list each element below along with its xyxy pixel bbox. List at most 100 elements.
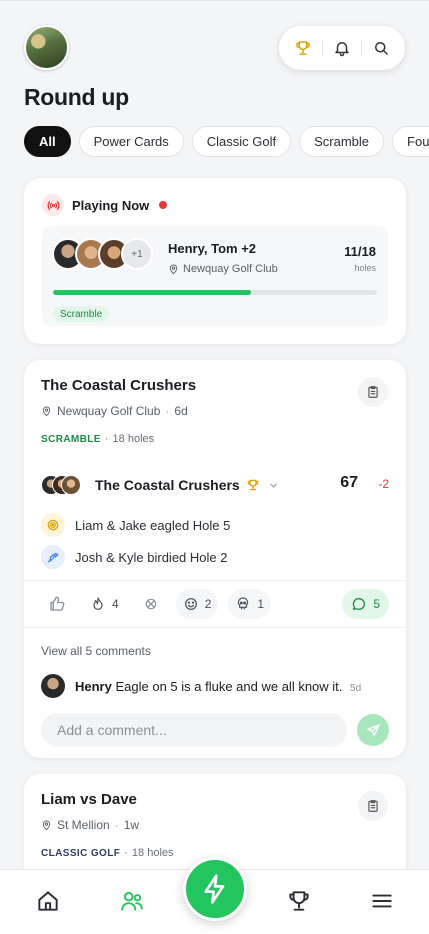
- trophy-icon: [289, 891, 309, 911]
- nav-home[interactable]: [32, 885, 64, 917]
- divider: [322, 40, 323, 56]
- location-pin-icon: [42, 820, 51, 830]
- view-all-comments-link[interactable]: View all 5 comments: [41, 644, 151, 658]
- round-age: 6d: [174, 404, 188, 418]
- send-button[interactable]: [357, 714, 389, 746]
- divider: [24, 580, 406, 581]
- fire-icon: [93, 597, 103, 610]
- comment-input[interactable]: [41, 713, 347, 747]
- smile-reaction[interactable]: 2: [175, 589, 219, 619]
- profile-avatar[interactable]: [24, 25, 69, 70]
- format-label: CLASSIC GOLF: [41, 847, 121, 859]
- nav-leaderboard[interactable]: [283, 885, 315, 917]
- score-diff: -2: [378, 477, 389, 491]
- comment-text: Eagle on 5 is a fluke and we all know it…: [115, 678, 343, 694]
- event-item: Josh & Kyle birdied Hole 2: [41, 545, 227, 569]
- format-tag: Scramble: [53, 306, 110, 322]
- team-name: The Coastal Crushers: [95, 477, 240, 493]
- scorecard-button[interactable]: [358, 377, 388, 407]
- bird-icon: [41, 545, 65, 569]
- round-age: 1w: [123, 818, 140, 832]
- round-card[interactable]: The Coastal Crushers Newquay Golf Club ·…: [24, 360, 406, 758]
- nav-menu[interactable]: [366, 885, 398, 917]
- location-pin-icon: [42, 406, 51, 416]
- skull-icon: [238, 597, 249, 610]
- skull-reaction[interactable]: 1: [228, 589, 272, 619]
- location-pin-icon: [169, 264, 178, 274]
- search-icon[interactable]: [368, 35, 394, 61]
- separator-dot: ·: [114, 818, 119, 832]
- target-icon: [41, 513, 65, 537]
- chip-all[interactable]: All: [24, 126, 71, 157]
- filter-chips: All Power Cards Classic Golf Scramble Fo…: [24, 126, 429, 157]
- chip-four[interactable]: Four: [392, 126, 429, 157]
- trophy-icon[interactable]: [290, 35, 316, 61]
- round-title: The Coastal Crushers: [41, 377, 197, 394]
- home-icon: [38, 891, 58, 911]
- cross-reaction[interactable]: [136, 589, 166, 619]
- commenter-avatar: [41, 674, 65, 698]
- club-name: St Mellion: [57, 818, 110, 832]
- chip-power-cards[interactable]: Power Cards: [78, 126, 184, 157]
- round-meta: Newquay Golf Club · 6d: [41, 404, 188, 418]
- event-text: Liam & Jake eagled Hole 5: [75, 517, 231, 533]
- separator-dot: ·: [124, 847, 128, 859]
- scorecard-button[interactable]: [358, 791, 388, 821]
- club-name: Newquay Golf Club: [183, 263, 278, 275]
- club-location: Newquay Golf Club: [168, 263, 278, 275]
- bell-icon[interactable]: [329, 35, 355, 61]
- clipboard-icon: [368, 800, 378, 812]
- format-label: SCRAMBLE: [41, 433, 101, 445]
- round-progress-bar: [53, 290, 377, 295]
- chevron-down-icon: [269, 483, 277, 488]
- team-avatars: [41, 473, 85, 497]
- nav-friends[interactable]: [116, 885, 148, 917]
- playing-now-header: Playing Now: [42, 194, 168, 216]
- divider: [361, 40, 362, 56]
- divider: [24, 627, 406, 628]
- live-round[interactable]: +1 Henry, Tom +2 Newquay Golf Club 11/18…: [42, 226, 388, 326]
- comment-count: 5: [373, 597, 380, 611]
- top-border: [0, 0, 429, 1]
- playing-now-title: Playing Now: [72, 197, 150, 213]
- people-icon: [121, 891, 143, 911]
- holes-played: 11/18: [344, 244, 376, 259]
- holes-count: 18 holes: [112, 433, 155, 445]
- live-indicator: [159, 201, 168, 209]
- comments-button[interactable]: 5: [342, 589, 389, 619]
- round-format: SCRAMBLE · 18 holes: [41, 433, 154, 445]
- chip-scramble[interactable]: Scramble: [299, 126, 385, 157]
- comment-user[interactable]: Henry: [75, 679, 112, 694]
- clipboard-icon: [368, 386, 378, 398]
- comment-item: Henry Eagle on 5 is a fluke and we all k…: [41, 674, 361, 698]
- round-progress-fill: [53, 290, 251, 295]
- separator-dot: ·: [165, 404, 170, 418]
- broadcast-icon: [42, 194, 64, 216]
- chip-classic-golf[interactable]: Classic Golf: [191, 126, 292, 157]
- event-text: Josh & Kyle birdied Hole 2: [75, 549, 228, 565]
- skull-count: 1: [257, 597, 265, 611]
- thumbs-up-icon: [50, 596, 65, 611]
- comment-time: 5d: [350, 682, 362, 694]
- header-actions: [279, 26, 405, 70]
- round-title: Liam vs Dave: [41, 791, 137, 808]
- fire-reaction[interactable]: 4: [83, 589, 126, 619]
- menu-icon: [372, 894, 392, 908]
- round-format: CLASSIC GOLF · 18 holes: [41, 847, 174, 859]
- holes-count: 18 holes: [131, 847, 174, 859]
- holes-progress: 11/18 holes: [344, 244, 376, 273]
- playing-now-card[interactable]: Playing Now +1 Henry, Tom +2 Newquay Gol…: [24, 178, 406, 344]
- team-row[interactable]: The Coastal Crushers 67 -2: [41, 472, 389, 498]
- golf-ball-icon: [145, 598, 156, 610]
- club-name: Newquay Golf Club: [57, 404, 161, 418]
- like-button[interactable]: [41, 589, 73, 619]
- quick-action-button[interactable]: [183, 857, 247, 921]
- players-names: Henry, Tom +2: [168, 241, 257, 256]
- reactions-row: 4 2 1 5: [41, 589, 389, 619]
- smile-icon: [184, 598, 197, 610]
- holes-label: holes: [354, 263, 376, 273]
- separator-dot: ·: [104, 433, 109, 445]
- chat-icon: [353, 598, 366, 610]
- round-meta: St Mellion · 1w: [41, 818, 139, 832]
- trophy-icon: [247, 479, 259, 491]
